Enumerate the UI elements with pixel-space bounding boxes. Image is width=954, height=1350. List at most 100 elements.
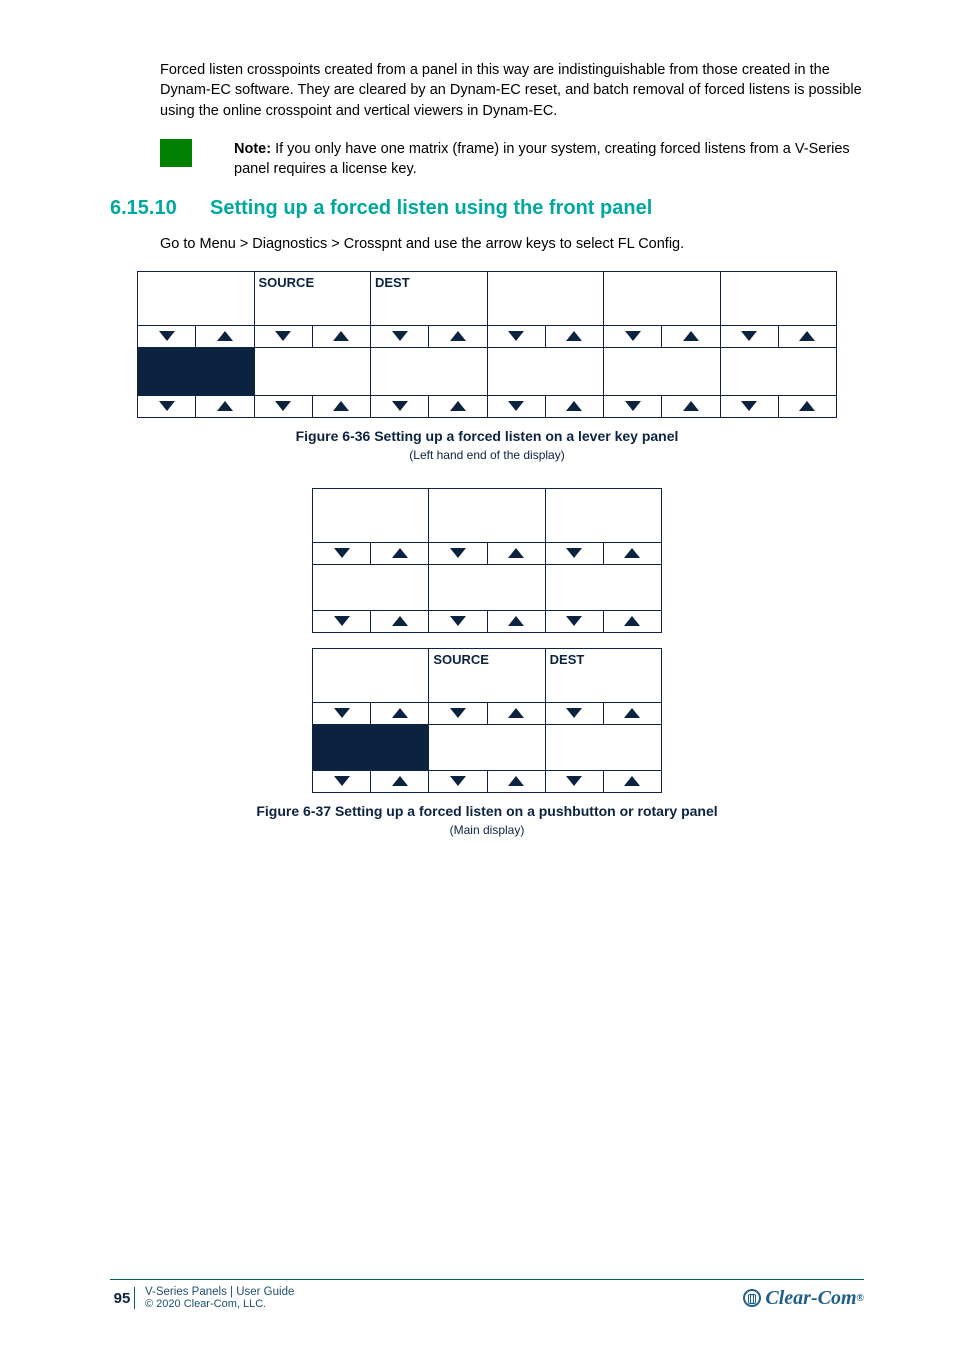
chevron-up-icon: [624, 776, 640, 786]
chevron-down-icon: [275, 401, 291, 411]
chevron-down-icon: [334, 776, 350, 786]
cell: [429, 724, 545, 770]
note-icon: [160, 139, 192, 167]
chevron-down-icon: [508, 401, 524, 411]
arrow-cell: [429, 770, 545, 792]
chevron-up-icon: [217, 331, 233, 341]
chevron-up-icon: [508, 616, 524, 626]
cell: [313, 648, 429, 702]
chevron-up-icon: [566, 331, 582, 341]
chevron-up-icon: [392, 708, 408, 718]
cell: [604, 271, 721, 325]
cell-dest: DEST: [545, 648, 661, 702]
spacer: [313, 632, 662, 648]
arrow-cell: [545, 702, 661, 724]
chevron-down-icon: [334, 548, 350, 558]
cell: [313, 564, 429, 610]
cell: [313, 488, 429, 542]
chevron-up-icon: [392, 548, 408, 558]
section-heading: 6.15.10 Setting up a forced listen using…: [110, 197, 864, 220]
figure-subcaption-2: (Main display): [110, 823, 864, 837]
chevron-down-icon: [741, 331, 757, 341]
cell: [720, 271, 837, 325]
chevron-up-icon: [450, 331, 466, 341]
cell: [487, 347, 604, 395]
chevron-down-icon: [159, 401, 175, 411]
cell-source: SOURCE: [254, 271, 371, 325]
chevron-up-icon: [392, 616, 408, 626]
arrow-cell: [371, 395, 488, 417]
cell-flconfig: FL CONFIG: [313, 724, 429, 770]
chevron-down-icon: [450, 776, 466, 786]
chevron-down-icon: [334, 708, 350, 718]
footer-title: V-Series Panels | User Guide: [145, 1286, 294, 1298]
arrow-cell: [138, 395, 255, 417]
registered-mark: ®: [857, 1293, 864, 1304]
chevron-up-icon: [333, 401, 349, 411]
chevron-up-icon: [333, 331, 349, 341]
chevron-down-icon: [159, 331, 175, 341]
chevron-up-icon: [799, 401, 815, 411]
arrow-cell: [313, 702, 429, 724]
arrow-cell: [313, 610, 429, 632]
chevron-down-icon: [625, 331, 641, 341]
note-body: If you only have one matrix (frame) in y…: [234, 141, 850, 177]
page-number: 95: [110, 1290, 134, 1307]
chevron-down-icon: [334, 616, 350, 626]
arrow-cell: [313, 542, 429, 564]
chevron-up-icon: [566, 401, 582, 411]
headset-icon: [743, 1289, 761, 1307]
arrow-cell: [313, 770, 429, 792]
arrow-cell: [604, 395, 721, 417]
cell: [604, 347, 721, 395]
rotary-panel-table: SOURCE DEST FL CONFIG: [312, 488, 662, 793]
figure-caption-2: Figure 6-37 Setting up a forced listen o…: [110, 803, 864, 819]
chevron-down-icon: [566, 616, 582, 626]
chevron-up-icon: [683, 401, 699, 411]
cell: [545, 488, 661, 542]
chevron-up-icon: [508, 548, 524, 558]
chevron-down-icon: [566, 548, 582, 558]
arrow-cell: [720, 325, 837, 347]
cell: [487, 271, 604, 325]
chevron-down-icon: [450, 616, 466, 626]
figure-subcaption-1: (Left hand end of the display): [110, 448, 864, 462]
note-block: Note: If you only have one matrix (frame…: [160, 139, 864, 180]
arrow-cell: [254, 325, 371, 347]
arrow-cell: [429, 542, 545, 564]
page-footer: 95 V-Series Panels | User Guide © 2020 C…: [110, 1279, 864, 1310]
arrow-cell: [545, 610, 661, 632]
paragraph-instructions: Go to Menu > Diagnostics > Crosspnt and …: [160, 234, 864, 254]
cell: [545, 724, 661, 770]
cell-source: SOURCE: [429, 648, 545, 702]
arrow-cell: [545, 542, 661, 564]
brand-logo: Clear-Com®: [743, 1287, 864, 1310]
chevron-up-icon: [799, 331, 815, 341]
arrow-cell: [545, 770, 661, 792]
arrow-cell: [138, 325, 255, 347]
chevron-up-icon: [508, 776, 524, 786]
arrow-cell: [720, 395, 837, 417]
chevron-down-icon: [275, 331, 291, 341]
chevron-up-icon: [450, 401, 466, 411]
arrow-cell: [254, 395, 371, 417]
chevron-up-icon: [508, 708, 524, 718]
cell: [429, 564, 545, 610]
arrow-cell: [429, 610, 545, 632]
chevron-down-icon: [566, 776, 582, 786]
chevron-up-icon: [392, 776, 408, 786]
arrow-cell: [371, 325, 488, 347]
section-number: 6.15.10: [110, 197, 210, 220]
chevron-up-icon: [217, 401, 233, 411]
arrow-cell: [429, 702, 545, 724]
arrow-cell: [487, 325, 604, 347]
cell-flconfig: FL CONFIG: [138, 347, 255, 395]
cell: [254, 347, 371, 395]
chevron-down-icon: [625, 401, 641, 411]
cell: [138, 271, 255, 325]
section-title: Setting up a forced listen using the fro…: [210, 197, 652, 220]
chevron-down-icon: [450, 548, 466, 558]
chevron-down-icon: [508, 331, 524, 341]
cell-dest: DEST: [371, 271, 488, 325]
cell: [720, 347, 837, 395]
